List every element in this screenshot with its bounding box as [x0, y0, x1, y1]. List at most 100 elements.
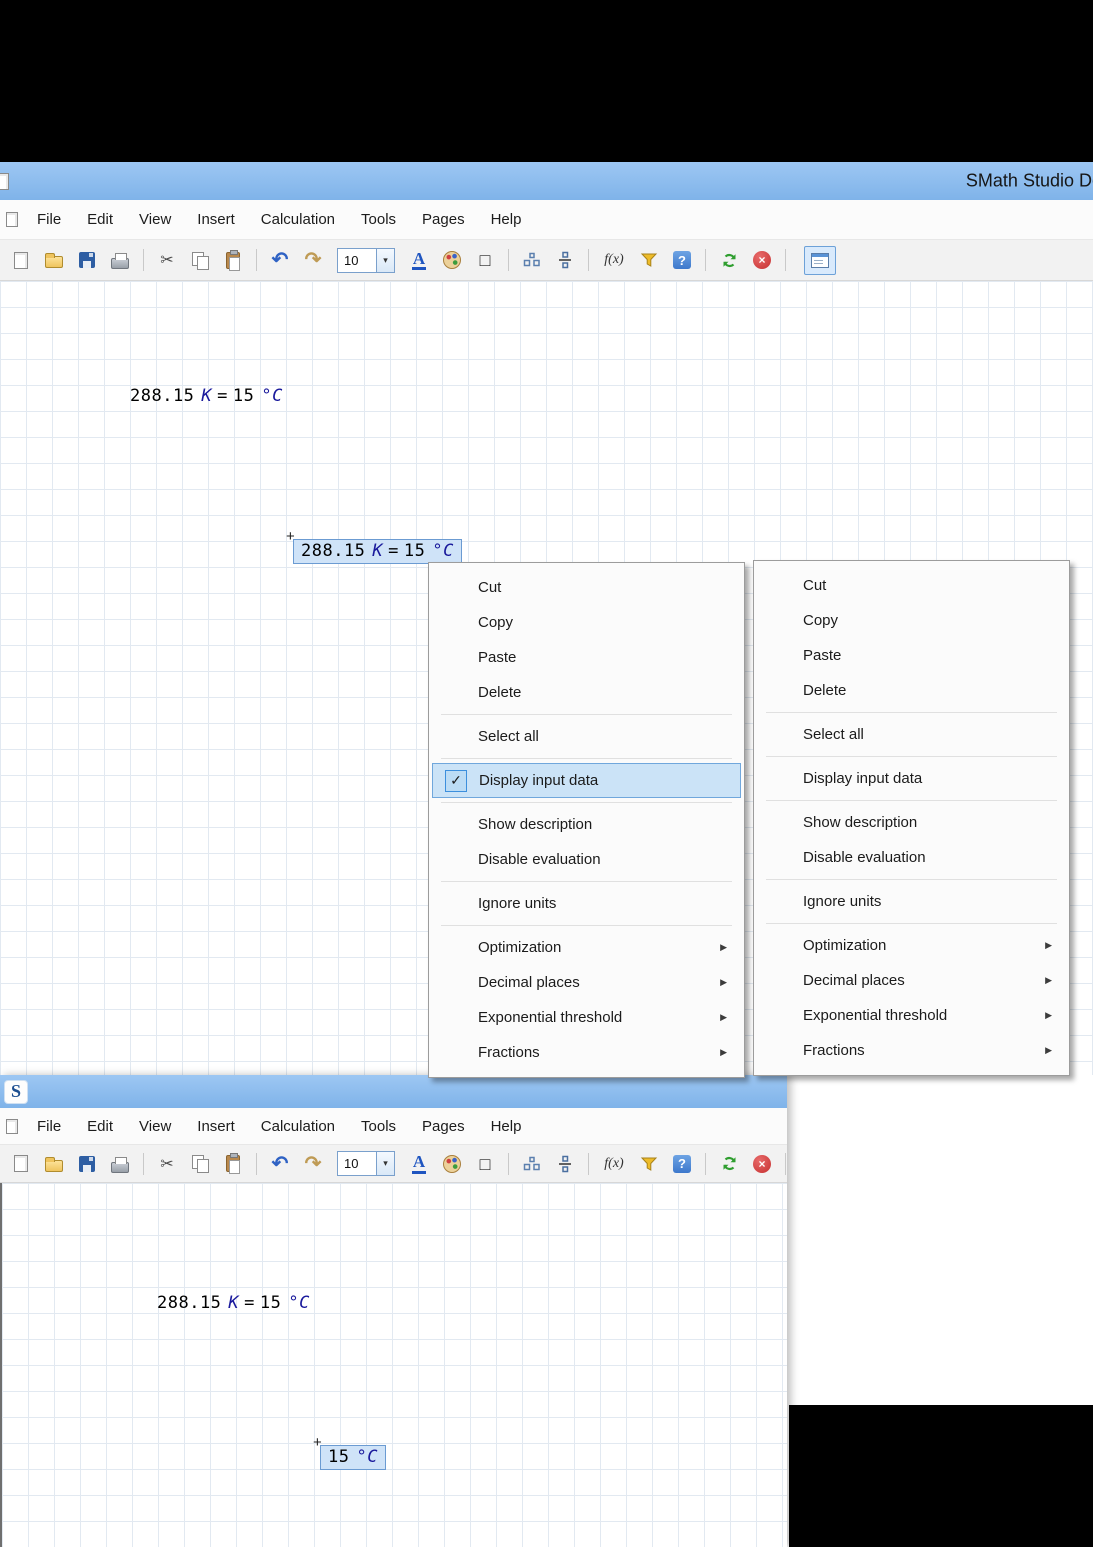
context-menu-item-delete[interactable]: Delete	[432, 675, 741, 710]
paste-icon[interactable]	[218, 1150, 248, 1178]
copy-icon[interactable]	[185, 246, 215, 274]
units-icon[interactable]	[517, 1150, 547, 1178]
context-menu-item-cut[interactable]: Cut	[432, 570, 741, 605]
menu-tools[interactable]: Tools	[348, 1112, 409, 1141]
context-menu-item-ignore-units[interactable]: Ignore units	[432, 886, 741, 921]
new-document-icon[interactable]	[6, 246, 36, 274]
menu-edit[interactable]: Edit	[74, 205, 126, 234]
recalculate-refresh-icon[interactable]	[714, 1150, 744, 1178]
filter-funnel-icon[interactable]	[634, 1150, 664, 1178]
save-icon[interactable]	[72, 1150, 102, 1178]
new-document-icon[interactable]	[6, 1150, 36, 1178]
context-menu-item-disable-evaluation[interactable]: Disable evaluation	[432, 842, 741, 877]
menu-view[interactable]: View	[126, 1112, 184, 1141]
context-menu-item-display-input-data[interactable]: Display input data	[757, 761, 1066, 796]
fraction-icon[interactable]	[550, 246, 580, 274]
save-icon[interactable]	[72, 246, 102, 274]
menu-file[interactable]: File	[24, 205, 74, 234]
context-menu-item-optimization[interactable]: Optimization ▶	[757, 928, 1066, 963]
font-size-dropdown-button[interactable]: ▾	[377, 1151, 395, 1176]
checkmark-icon: ✓	[445, 769, 467, 792]
cut-icon[interactable]: ✂	[152, 246, 182, 274]
insert-function-icon[interactable]: f(x)	[597, 246, 631, 274]
undo-icon[interactable]: ↶	[265, 1150, 295, 1178]
toolbar-separator	[143, 1152, 144, 1175]
fraction-icon[interactable]	[550, 1150, 580, 1178]
context-menu-item-optimization[interactable]: Optimization ▶	[432, 930, 741, 965]
window-document-icon[interactable]	[0, 172, 9, 190]
menu-edit[interactable]: Edit	[74, 1112, 126, 1141]
menu-separator	[441, 714, 732, 715]
paste-icon[interactable]	[218, 246, 248, 274]
context-menu-item-display-input-data[interactable]: ✓ Display input data	[432, 763, 741, 798]
worksheet-canvas[interactable]: 288.15 K = 15 °C + 15 °C	[0, 1183, 787, 1547]
context-menu-item-select-all[interactable]: Select all	[757, 717, 1066, 752]
context-menu-item-show-description[interactable]: Show description	[432, 807, 741, 842]
interrupt-stop-icon[interactable]: ×	[747, 246, 777, 274]
background-color-palette-icon[interactable]	[437, 1150, 467, 1178]
menu-view[interactable]: View	[126, 205, 184, 234]
context-menu-item-fractions[interactable]: Fractions ▶	[432, 1035, 741, 1070]
math-expression[interactable]: 288.15 K = 15 °C	[130, 386, 283, 406]
document-tab-icon[interactable]	[6, 1118, 18, 1134]
print-icon[interactable]	[105, 246, 135, 274]
copy-icon[interactable]	[185, 1150, 215, 1178]
context-menu-item-disable-evaluation[interactable]: Disable evaluation	[757, 840, 1066, 875]
print-icon[interactable]	[105, 1150, 135, 1178]
context-menu-item-ignore-units[interactable]: Ignore units	[757, 884, 1066, 919]
context-menu-item-show-description[interactable]: Show description	[757, 805, 1066, 840]
font-size-input[interactable]	[337, 247, 377, 273]
menu-pages[interactable]: Pages	[409, 205, 478, 234]
undo-icon[interactable]: ↶	[265, 246, 295, 274]
context-menu-item-delete[interactable]: Delete	[757, 673, 1066, 708]
background-color-palette-icon[interactable]	[437, 246, 467, 274]
redo-icon[interactable]: ↷	[298, 246, 328, 274]
show-side-panel-button[interactable]	[804, 245, 836, 275]
menu-help[interactable]: Help	[478, 205, 535, 234]
context-menu-item-exponential-threshold[interactable]: Exponential threshold ▶	[757, 998, 1066, 1033]
math-expression[interactable]: 288.15 K = 15 °C	[157, 1293, 310, 1313]
open-file-icon[interactable]	[39, 246, 69, 274]
expression-result: 15	[232, 386, 255, 406]
context-menu-item-cut[interactable]: Cut	[757, 568, 1066, 603]
font-color-icon[interactable]: A	[404, 1150, 434, 1178]
context-menu-item-paste[interactable]: Paste	[757, 638, 1066, 673]
context-menu-item-decimal-places[interactable]: Decimal places ▶	[757, 963, 1066, 998]
cut-icon[interactable]: ✂	[152, 1150, 182, 1178]
open-file-icon[interactable]	[39, 1150, 69, 1178]
menu-calculation[interactable]: Calculation	[248, 1112, 348, 1141]
menu-insert[interactable]: Insert	[184, 1112, 248, 1141]
units-icon[interactable]	[517, 246, 547, 274]
border-icon[interactable]: □	[470, 246, 500, 274]
interrupt-stop-icon[interactable]: ×	[747, 1150, 777, 1178]
menu-file[interactable]: File	[24, 1112, 74, 1141]
filter-funnel-icon[interactable]	[634, 246, 664, 274]
selected-math-expression[interactable]: + 288.15 K = 15 °C	[286, 528, 462, 564]
context-menu-item-decimal-places[interactable]: Decimal places ▶	[432, 965, 741, 1000]
document-tab-icon[interactable]	[6, 212, 18, 227]
smath-logo-icon[interactable]: S	[4, 1079, 28, 1104]
menu-calculation[interactable]: Calculation	[248, 205, 348, 234]
font-color-icon[interactable]: A	[404, 246, 434, 274]
unit-kelvin: K	[228, 1293, 240, 1313]
reference-book-icon[interactable]: ?	[667, 246, 697, 274]
context-menu-item-exponential-threshold[interactable]: Exponential threshold ▶	[432, 1000, 741, 1035]
menu-tools[interactable]: Tools	[348, 205, 409, 234]
selected-math-expression[interactable]: + 15 °C	[313, 1434, 386, 1470]
font-size-dropdown-button[interactable]: ▾	[377, 247, 395, 273]
menu-help[interactable]: Help	[478, 1112, 535, 1141]
redo-icon[interactable]: ↷	[298, 1150, 328, 1178]
insert-function-icon[interactable]: f(x)	[597, 1150, 631, 1178]
menu-separator	[766, 923, 1057, 924]
context-menu-item-paste[interactable]: Paste	[432, 640, 741, 675]
recalculate-refresh-icon[interactable]	[714, 246, 744, 274]
context-menu-item-copy[interactable]: Copy	[757, 603, 1066, 638]
reference-book-icon[interactable]: ?	[667, 1150, 697, 1178]
font-size-input[interactable]	[337, 1151, 377, 1176]
border-icon[interactable]: □	[470, 1150, 500, 1178]
context-menu-item-select-all[interactable]: Select all	[432, 719, 741, 754]
menu-insert[interactable]: Insert	[184, 205, 248, 234]
context-menu-item-copy[interactable]: Copy	[432, 605, 741, 640]
context-menu-item-fractions[interactable]: Fractions ▶	[757, 1033, 1066, 1068]
menu-pages[interactable]: Pages	[409, 1112, 478, 1141]
